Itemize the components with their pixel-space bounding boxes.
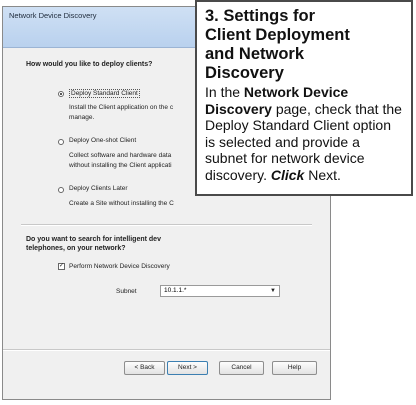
section-divider: [21, 224, 312, 226]
subnet-combobox[interactable]: 10.1.1.* ▼: [160, 285, 280, 297]
back-button[interactable]: < Back: [124, 361, 165, 375]
instruction-callout: 3. Settings for Client Deployment and Ne…: [195, 0, 413, 196]
deploy-one-shot-client-desc-2: without installing the Client applicati: [69, 162, 172, 169]
deploy-one-shot-client-desc-1: Collect software and hardware data: [69, 152, 172, 159]
cancel-button[interactable]: Cancel: [219, 361, 264, 375]
next-button[interactable]: Next >: [167, 361, 208, 375]
button-bar-divider: [3, 349, 330, 351]
dialog-title: Network Device Discovery: [9, 11, 97, 20]
perform-discovery-label[interactable]: Perform Network Device Discovery: [69, 263, 170, 270]
deploy-question: How would you like to deploy clients?: [26, 61, 153, 68]
subnet-value: 10.1.1.*: [164, 287, 187, 294]
callout-body-click: Click: [270, 166, 305, 183]
help-button[interactable]: Help: [272, 361, 317, 375]
deploy-standard-client-desc-1: Install the Client application on the c: [69, 104, 174, 111]
deploy-one-shot-client-radio[interactable]: [58, 139, 64, 145]
callout-heading: 3. Settings for Client Deployment and Ne…: [205, 7, 403, 83]
callout-body-text-1: In the: [205, 84, 244, 100]
discovery-question-line-2: telephones, on your network?: [26, 245, 126, 252]
callout-body: In the Network Device Discovery page, ch…: [205, 84, 403, 183]
deploy-standard-client-desc-2: manage.: [69, 114, 95, 121]
deploy-one-shot-client-label[interactable]: Deploy One-shot Client: [69, 137, 136, 144]
subnet-label: Subnet: [116, 288, 137, 295]
deploy-standard-client-label[interactable]: Deploy Standard Client: [69, 89, 140, 98]
deploy-clients-later-label[interactable]: Deploy Clients Later: [69, 185, 128, 192]
deploy-standard-client-radio[interactable]: [58, 91, 64, 97]
callout-body-text-3: Next.: [304, 166, 341, 183]
chevron-down-icon[interactable]: ▼: [270, 286, 276, 296]
perform-discovery-checkbox[interactable]: ✓: [58, 263, 65, 270]
callout-heading-line-1: 3. Settings for: [205, 7, 316, 25]
deploy-clients-later-desc-1: Create a Site without installing the C: [69, 200, 174, 207]
callout-heading-line-2: Client Deployment: [205, 26, 350, 44]
callout-heading-line-3: and Network: [205, 45, 305, 63]
discovery-question-line-1: Do you want to search for intelligent de…: [26, 236, 161, 243]
deploy-clients-later-radio[interactable]: [58, 187, 64, 193]
callout-heading-line-4: Discovery: [205, 64, 284, 82]
